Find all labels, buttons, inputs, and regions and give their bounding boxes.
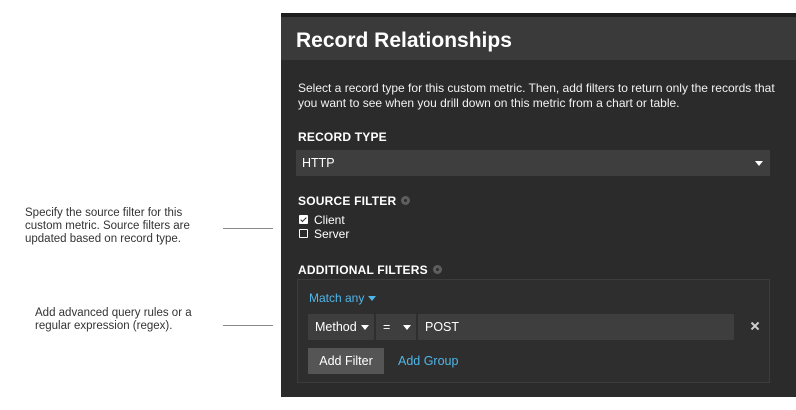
chevron-down-icon [403,325,411,330]
source-filter-server-option[interactable]: Server [299,226,350,241]
match-mode-label: Match any [309,291,365,305]
rule-operator-value: = [383,320,391,334]
checkbox-checked-icon[interactable] [299,215,308,224]
additional-filters-box: Match any Method = POST Add Filter Add G… [297,279,770,383]
add-filter-button[interactable]: Add Filter [308,348,384,374]
advanced-query-annotation: Add advanced query rules or a regular ex… [35,307,192,332]
rule-value-input[interactable]: POST [418,314,734,340]
source-filter-leader-line [223,228,273,229]
rule-operator-select[interactable]: = [376,314,416,340]
rule-field-value: Method [315,320,357,334]
source-filter-client-option[interactable]: Client [299,212,345,227]
chevron-down-icon [368,295,377,301]
add-group-link[interactable]: Add Group [398,354,458,368]
checkbox-unchecked-icon[interactable] [299,229,308,238]
panel-title: Record Relationships [296,29,512,52]
rule-field-select[interactable]: Method [308,314,374,340]
record-relationships-panel: Record Relationships Select a record typ… [281,13,796,397]
record-type-select[interactable]: HTTP [296,150,770,176]
source-filter-heading: SOURCE FILTER [298,194,411,208]
source-filter-server-label: Server [314,226,350,241]
match-mode-dropdown[interactable]: Match any [309,291,377,305]
info-icon[interactable] [432,265,442,275]
additional-filters-heading: ADDITIONAL FILTERS [298,263,442,277]
panel-intro-text: Select a record type for this custom met… [298,81,775,110]
panel-header: Record Relationships [281,13,796,60]
source-filter-annotation: Specify the source filter for this custo… [25,207,190,245]
source-filter-label: SOURCE FILTER [298,194,397,208]
record-type-value: HTTP [302,156,335,170]
chevron-down-icon [361,325,369,330]
rule-value-text: POST [425,320,460,334]
close-icon[interactable] [749,320,761,332]
source-filter-client-label: Client [314,212,345,227]
info-icon[interactable] [401,196,411,206]
additional-filters-label: ADDITIONAL FILTERS [298,263,428,277]
record-type-label: RECORD TYPE [298,130,387,144]
advanced-query-leader-line [223,325,273,326]
chevron-down-icon [755,161,763,166]
